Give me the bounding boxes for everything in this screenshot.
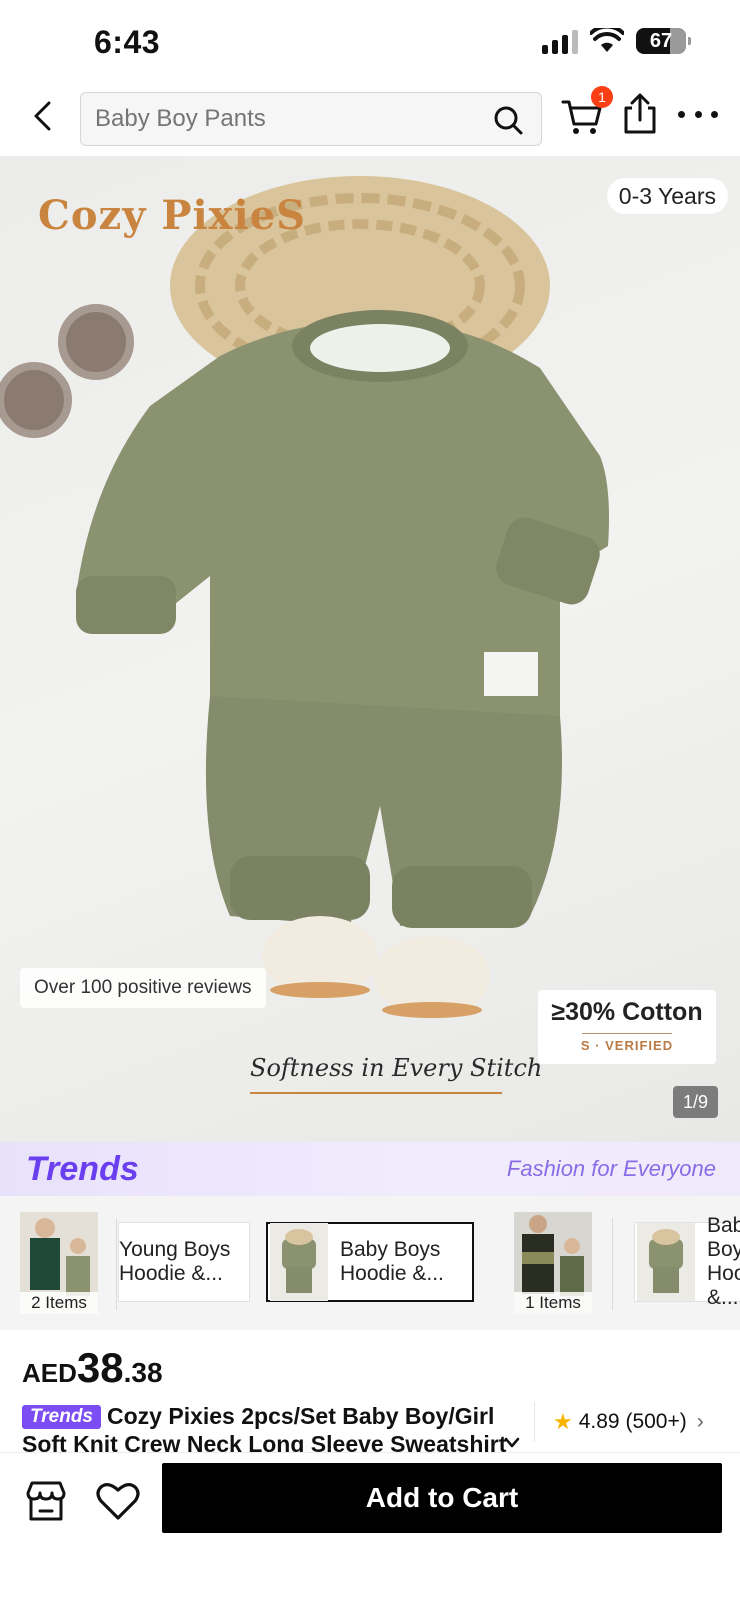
cart-badge: 1: [591, 86, 613, 108]
related-title: Baby Boys Hoodie &...: [707, 1214, 740, 1309]
trends-slogan: Fashion for Everyone: [506, 1156, 716, 1181]
trends-banner[interactable]: Trends Fashion for Everyone: [0, 1142, 740, 1196]
related-title: Baby Boys Hoodie &...: [340, 1238, 444, 1285]
related-title: Young Boys Hoodie &...: [119, 1238, 231, 1285]
related-card-3[interactable]: Baby Boys Hoodie &...: [266, 1222, 474, 1302]
chevron-right-icon: ›: [696, 1410, 704, 1433]
chevron-down-icon[interactable]: [503, 1436, 521, 1450]
related-card-2[interactable]: Young Boys Hoodie &...: [118, 1222, 250, 1302]
cotton-badge: ≥30% Cotton S · VERIFIED: [538, 990, 716, 1064]
status-icons: 67: [542, 28, 691, 54]
status-bar: 6:43 67: [0, 0, 740, 80]
hero-tagline: Softness in Every Stitch: [250, 1054, 543, 1082]
bottom-action-bar: Add to Cart: [0, 1452, 740, 1600]
related-thumb-4[interactable]: 1 Items: [514, 1212, 592, 1314]
related-count: 2 Items: [20, 1292, 98, 1314]
add-to-cart-button[interactable]: Add to Cart: [162, 1463, 722, 1533]
related-photo: [270, 1223, 328, 1301]
page-indicator: 1/9: [672, 1086, 718, 1118]
search-input[interactable]: [95, 93, 475, 145]
back-button[interactable]: [22, 96, 62, 136]
rating-count: (500+): [625, 1410, 687, 1433]
related-photo: [637, 1223, 695, 1301]
product-title-row[interactable]: Trends Cozy Pixies 2pcs/Set Baby Boy/Girl…: [22, 1402, 522, 1452]
trends-tag: Trends: [22, 1405, 102, 1429]
battery-icon: 67: [636, 28, 691, 54]
store-icon[interactable]: [22, 1477, 70, 1525]
search-box[interactable]: [80, 92, 542, 146]
rating-summary[interactable]: ★ 4.89 (500+) ›: [534, 1402, 704, 1442]
price-decimal: .38: [123, 1357, 163, 1388]
divider: [612, 1218, 613, 1310]
share-icon[interactable]: [620, 92, 660, 136]
divider: [116, 1218, 117, 1310]
related-sets-strip: 2 Items Young Boys Hoodie &... Baby Boys…: [0, 1196, 740, 1330]
cotton-verified: S · VERIFIED: [580, 1038, 674, 1053]
heart-icon[interactable]: [94, 1477, 142, 1525]
rating-value: 4.89: [578, 1410, 620, 1433]
price-integer: 38: [76, 1344, 124, 1391]
related-card-5[interactable]: Baby Boys Hoodie &...: [634, 1214, 740, 1309]
chevron-left-icon: [34, 101, 51, 131]
cotton-title: ≥30% Cotton: [551, 998, 703, 1026]
product-price: AED 38 .38: [22, 1344, 163, 1392]
brand-logo: Cozy PixieS: [38, 192, 307, 239]
related-count: 1 Items: [514, 1292, 592, 1314]
reviews-chip: Over 100 positive reviews: [20, 968, 266, 1008]
tagline-underline: [250, 1092, 502, 1094]
star-icon: ★: [553, 1409, 573, 1434]
battery-level: 67: [649, 29, 673, 52]
header: 1: [0, 86, 740, 152]
product-image-carousel[interactable]: Cozy PixieS 0-3 Years Over 100 positive …: [0, 156, 740, 1142]
related-thumb-1[interactable]: 2 Items: [20, 1212, 98, 1314]
age-chip: 0-3 Years: [606, 178, 728, 214]
status-time: 6:43: [94, 24, 161, 60]
cotton-divider: [582, 1033, 672, 1034]
search-icon[interactable]: [493, 105, 523, 135]
signal-icon: [542, 28, 578, 54]
more-options-icon[interactable]: [678, 102, 718, 126]
price-currency: AED: [22, 1358, 77, 1388]
trends-logo: Trends: [26, 1150, 139, 1188]
wifi-icon: [590, 28, 624, 52]
